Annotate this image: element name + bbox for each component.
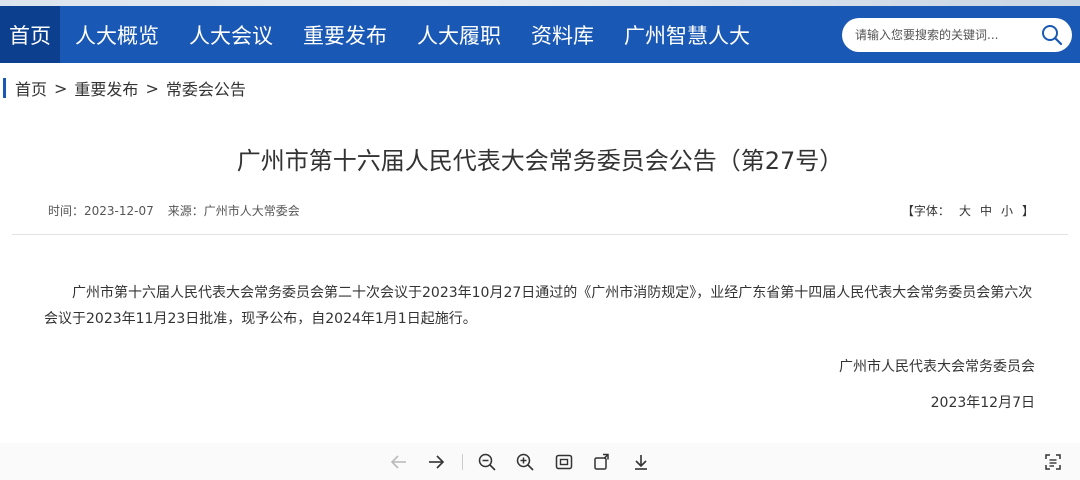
font-size-small[interactable]: 小 bbox=[1001, 202, 1013, 219]
breadcrumb-home[interactable]: 首页 bbox=[15, 76, 47, 100]
zoom-in-icon[interactable] bbox=[514, 451, 536, 473]
breadcrumb: 首页 > 重要发布 > 常委会公告 bbox=[15, 76, 246, 100]
arrow-right-icon[interactable] bbox=[425, 451, 447, 473]
toolbar-separator bbox=[462, 454, 463, 470]
arrow-left-icon[interactable] bbox=[388, 451, 410, 473]
article-card: 广州市第十六届人民代表大会常务委员会公告（第27号） 时间：2023-12-07… bbox=[0, 113, 1080, 443]
divider bbox=[12, 234, 1068, 235]
nav-item-smart-npc[interactable]: 广州智慧人大 bbox=[609, 6, 765, 63]
publish-time-value: 2023-12-07 bbox=[84, 204, 154, 218]
signature-organization: 广州市人民代表大会常务委员会 bbox=[839, 359, 1035, 375]
search-input[interactable] bbox=[855, 28, 1035, 42]
breadcrumb-bar: 首页 > 重要发布 > 常委会公告 bbox=[0, 63, 1080, 113]
nav-item-meetings[interactable]: 人大会议 bbox=[174, 6, 288, 63]
font-size-large[interactable]: 大 bbox=[959, 202, 971, 219]
article-source-value: 广州市人大常委会 bbox=[203, 204, 300, 218]
breadcrumb-accent bbox=[3, 78, 6, 98]
nav-item-home[interactable]: 首页 bbox=[0, 6, 60, 63]
breadcrumb-current[interactable]: 常委会公告 bbox=[166, 76, 246, 100]
nav-item-library[interactable]: 资料库 bbox=[516, 6, 609, 63]
download-icon[interactable] bbox=[630, 451, 652, 473]
article-source: 来源：广州市人大常委会 bbox=[168, 202, 300, 219]
scan-icon[interactable] bbox=[1042, 451, 1064, 473]
font-size-medium[interactable]: 中 bbox=[980, 202, 992, 219]
article-source-label: 来源： bbox=[167, 204, 204, 218]
breadcrumb-separator: > bbox=[145, 78, 159, 98]
search-icon[interactable] bbox=[1041, 24, 1063, 46]
nav-item-overview[interactable]: 人大概览 bbox=[60, 6, 174, 63]
main-nav: 首页 人大概览 人大会议 重要发布 人大履职 资料库 广州智慧人大 bbox=[0, 6, 1080, 63]
publish-time: 时间：2023-12-07 bbox=[48, 202, 154, 219]
viewer-toolbar bbox=[0, 443, 1080, 480]
font-size-label: 【字体： bbox=[901, 204, 950, 218]
zoom-out-icon[interactable] bbox=[476, 451, 498, 473]
nav-item-duties[interactable]: 人大履职 bbox=[402, 6, 516, 63]
nav-item-releases[interactable]: 重要发布 bbox=[288, 6, 402, 63]
signature-date: 2023年12月7日 bbox=[930, 395, 1035, 411]
publish-time-label: 时间： bbox=[48, 204, 85, 218]
font-size-control: 【字体： 大 中 小 】 bbox=[902, 202, 1034, 219]
font-size-close-bracket: 】 bbox=[1021, 204, 1034, 218]
breadcrumb-releases[interactable]: 重要发布 bbox=[74, 76, 138, 100]
article-title: 广州市第十六届人民代表大会常务委员会公告（第27号） bbox=[236, 147, 844, 175]
fit-screen-icon[interactable] bbox=[553, 451, 575, 473]
article-body: 广州市第十六届人民代表大会常务委员会第二十次会议于2023年10月27日通过的《… bbox=[44, 285, 1033, 327]
article-meta: 时间：2023-12-07 来源：广州市人大常委会 bbox=[48, 202, 300, 219]
search-box bbox=[842, 18, 1072, 52]
rotate-icon[interactable] bbox=[591, 451, 613, 473]
breadcrumb-separator: > bbox=[54, 78, 68, 98]
